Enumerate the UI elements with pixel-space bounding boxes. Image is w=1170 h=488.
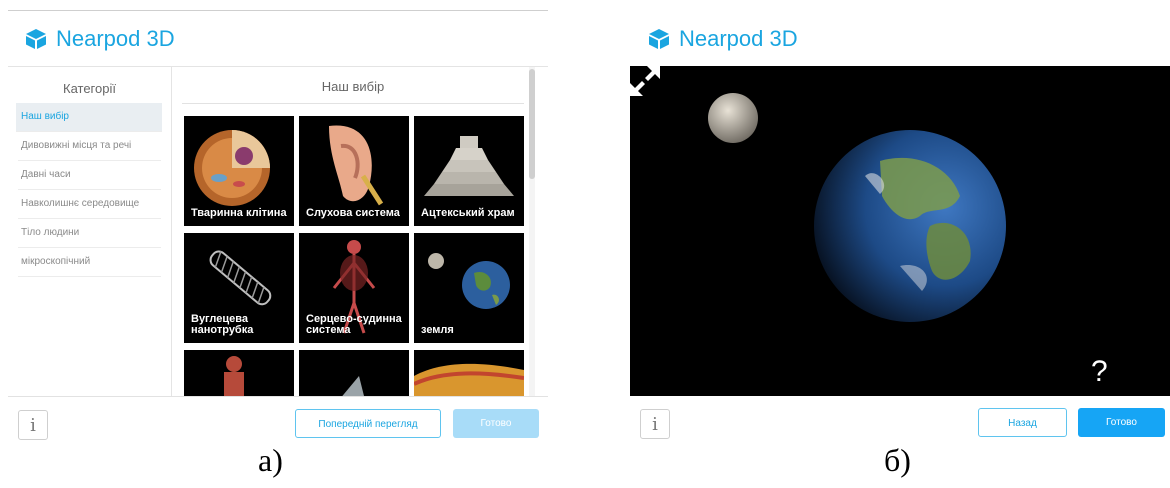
tile-label: Вуглецева нанотрубка bbox=[191, 313, 254, 336]
library-frame: Категорії Наш вибір Дивовижні місця та р… bbox=[8, 66, 548, 397]
sidebar-item-amazing-places[interactable]: Дивовижні місця та речі bbox=[18, 132, 161, 161]
back-button[interactable]: Назад bbox=[978, 408, 1067, 437]
category-sidebar: Категорії Наш вибір Дивовижні місця та р… bbox=[8, 67, 172, 397]
footer-bar: i Назад Готово bbox=[630, 396, 1170, 440]
human-body-icon bbox=[224, 356, 244, 397]
fullscreen-icon[interactable] bbox=[630, 66, 660, 96]
model-tile[interactable]: Серцево-судинна система bbox=[299, 233, 409, 343]
sidebar-item-human-body[interactable]: Тіло людини bbox=[18, 219, 161, 248]
preview-button[interactable]: Попередній перегляд bbox=[295, 409, 441, 438]
tile-label: Серцево-судинна система bbox=[306, 313, 402, 336]
gallery-scrollbar[interactable] bbox=[529, 67, 535, 397]
panel-b: Nearpod 3D ? i Назад Готово bbox=[625, 0, 1170, 440]
moon-icon bbox=[708, 93, 758, 143]
model-tile[interactable] bbox=[184, 350, 294, 397]
help-icon[interactable]: ? bbox=[1091, 355, 1108, 389]
nearpod-cube-icon bbox=[649, 29, 669, 49]
nearpod-cube-icon bbox=[26, 29, 46, 49]
brand-name: Nearpod 3D bbox=[679, 26, 798, 51]
done-button[interactable]: Готово bbox=[1078, 408, 1165, 437]
model-tile[interactable]: Слухова система bbox=[299, 116, 409, 226]
info-button[interactable]: i bbox=[18, 410, 48, 440]
tile-label: Тваринна клітина bbox=[191, 207, 287, 219]
caption-a: а) bbox=[258, 442, 283, 478]
done-button[interactable]: Готово bbox=[453, 409, 539, 438]
main-gallery: Наш вибір Тваринна клітина Слухова систе… bbox=[174, 67, 538, 397]
scroll-thumb[interactable] bbox=[529, 69, 535, 179]
gallery-title: Наш вибір bbox=[182, 79, 524, 104]
earth-moon-scene bbox=[708, 93, 1006, 322]
model-tile[interactable] bbox=[414, 350, 524, 397]
tissue-icon bbox=[414, 363, 524, 397]
tile-label: Слухова система bbox=[306, 207, 400, 219]
model-tile[interactable]: Тваринна клітина bbox=[184, 116, 294, 226]
brand-logo: Nearpod 3D bbox=[647, 26, 798, 52]
sidebar-item-microscopic[interactable]: мікроскопічний bbox=[18, 248, 161, 277]
model-tile[interactable]: земля bbox=[414, 233, 524, 343]
footer-bar: i Попередній перегляд Готово bbox=[8, 396, 548, 441]
model-tile[interactable]: Ацтекський храм bbox=[414, 116, 524, 226]
info-button[interactable]: i bbox=[640, 409, 670, 439]
brand-logo: Nearpod 3D bbox=[24, 26, 175, 52]
caption-b: б) bbox=[884, 442, 911, 478]
tile-label: земля bbox=[421, 324, 454, 336]
sidebar-item-ancient-times[interactable]: Давні часи bbox=[18, 161, 161, 190]
brand-name: Nearpod 3D bbox=[56, 26, 175, 51]
sidebar-title: Категорії bbox=[63, 81, 116, 96]
3d-viewer[interactable]: ? bbox=[630, 66, 1170, 396]
panel-a: Nearpod 3D Категорії Наш вибір Дивовижні… bbox=[0, 0, 550, 440]
top-divider bbox=[8, 10, 548, 11]
model-tile[interactable] bbox=[299, 350, 409, 397]
sidebar-item-our-pick[interactable]: Наш вибір bbox=[16, 103, 162, 132]
shark-icon bbox=[341, 376, 365, 397]
model-tile[interactable]: Вуглецева нанотрубка bbox=[184, 233, 294, 343]
tile-label: Ацтекський храм bbox=[421, 207, 515, 219]
sidebar-item-environment[interactable]: Навколишнє середовище bbox=[18, 190, 161, 219]
